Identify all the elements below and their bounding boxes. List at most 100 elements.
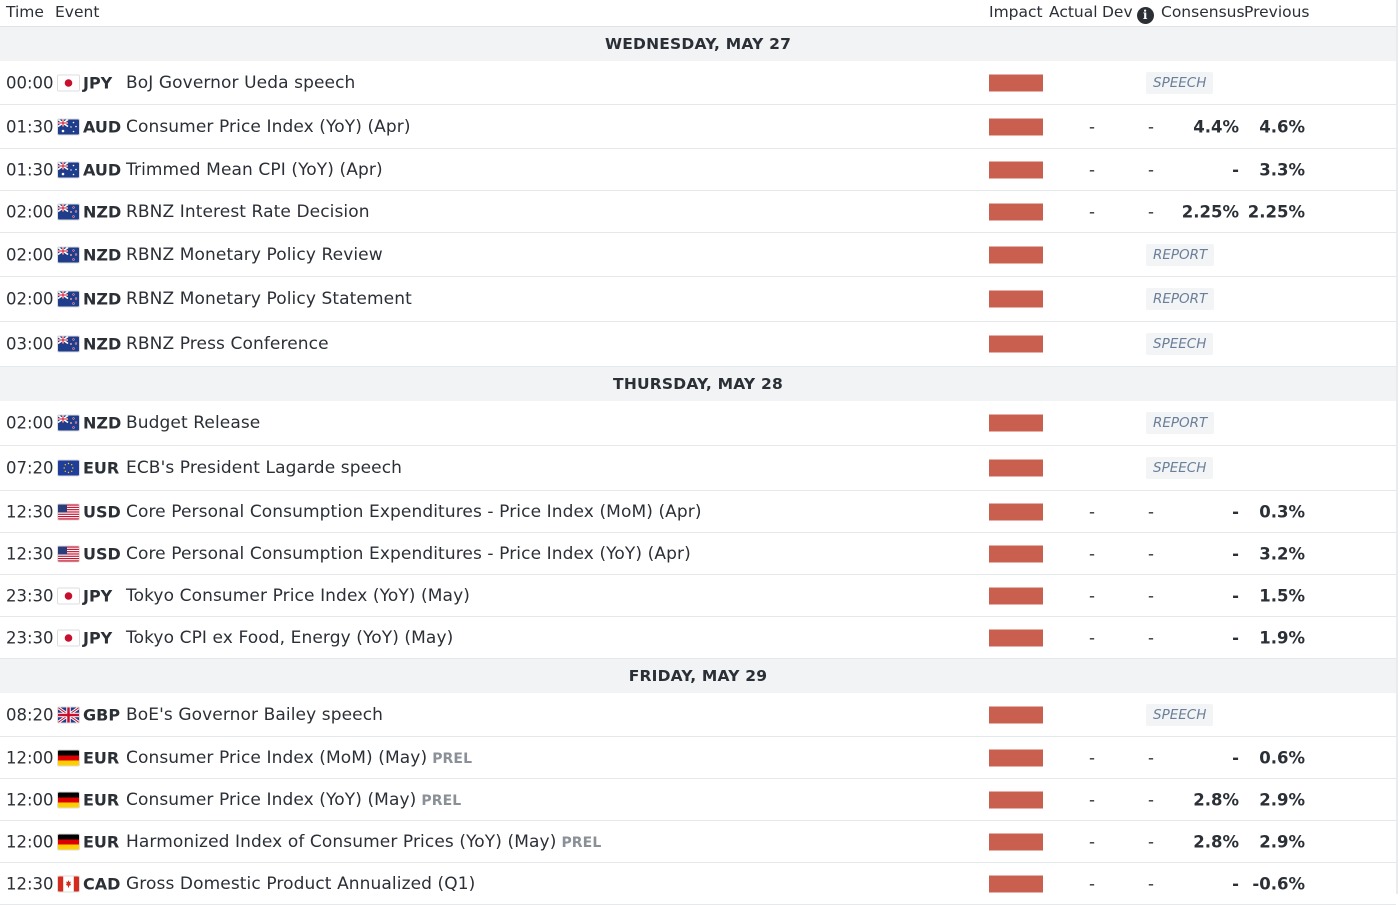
- consensus-value: 2.25%: [1181, 202, 1239, 221]
- table-row[interactable]: 02:00 NZD Budget Release REPORT: [0, 401, 1396, 446]
- impact-bar: [989, 833, 1043, 850]
- event-time: 02:00: [6, 202, 54, 221]
- event-title: Core Personal Consumption Expenditures -…: [126, 501, 702, 522]
- previous-value: 1.5%: [1259, 586, 1305, 605]
- report-tag: REPORT: [1146, 288, 1215, 310]
- dev-value: -: [1148, 628, 1154, 647]
- currency-code: EUR: [83, 790, 120, 809]
- impact-bar: [989, 629, 1043, 646]
- event-name[interactable]: Consumer Price Index (MoM) (May) PREL: [126, 748, 472, 768]
- currency-code: EUR: [83, 748, 120, 767]
- header-actual[interactable]: Actual: [1049, 3, 1098, 21]
- table-row[interactable]: 12:30 CAD Gross Domestic Product Annualize…: [0, 863, 1396, 905]
- dev-value: -: [1148, 832, 1154, 851]
- header-previous[interactable]: Previous: [1244, 3, 1310, 21]
- event-title: ECB's President Lagarde speech: [126, 458, 403, 478]
- consensus-value: -: [1232, 586, 1239, 605]
- impact-bar: [989, 503, 1043, 520]
- event-name[interactable]: RBNZ Press Conference: [126, 334, 329, 354]
- info-icon[interactable]: i: [1136, 7, 1154, 24]
- impact-bar: [989, 74, 1043, 91]
- event-name[interactable]: Consumer Price Index (YoY) (May) PREL: [126, 790, 461, 810]
- day-header: FRIDAY, MAY 29: [0, 659, 1396, 693]
- impact-bar: [989, 335, 1043, 353]
- header-time[interactable]: Time: [6, 3, 44, 21]
- event-name[interactable]: Gross Domestic Product Annualized (Q1): [126, 874, 475, 894]
- table-row[interactable]: 03:00 NZD RBNZ Press Conference SPEECH: [0, 322, 1396, 367]
- event-title: RBNZ Monetary Policy Statement: [126, 289, 412, 309]
- event-name[interactable]: BoE's Governor Bailey speech: [126, 705, 383, 725]
- table-row[interactable]: 12:00 EUR Consumer Price Index (YoY) (May)…: [0, 779, 1396, 821]
- flag-us-icon: [58, 504, 79, 519]
- speech-tag: SPEECH: [1146, 457, 1214, 479]
- event-name[interactable]: Harmonized Index of Consumer Prices (YoY…: [126, 832, 601, 852]
- dev-value: -: [1148, 748, 1154, 767]
- event-title: Consumer Price Index (YoY) (May): [126, 789, 417, 810]
- event-time: 08:20: [6, 705, 54, 724]
- dev-value: -: [1148, 544, 1154, 563]
- event-name[interactable]: RBNZ Monetary Policy Review: [126, 245, 383, 265]
- event-name[interactable]: Budget Release: [126, 413, 260, 433]
- impact-bar: [989, 203, 1043, 220]
- event-title: Tokyo Consumer Price Index (YoY) (May): [126, 585, 470, 606]
- currency-code: NZD: [83, 413, 122, 433]
- speech-tag: SPEECH: [1146, 703, 1214, 726]
- event-name[interactable]: ECB's President Lagarde speech: [126, 458, 402, 478]
- currency-code: USD: [83, 544, 121, 563]
- event-time: 01:30: [6, 117, 54, 136]
- actual-value: -: [1089, 202, 1095, 221]
- table-row[interactable]: 02:00 NZD RBNZ Interest Rate Decision - - 2.2…: [0, 191, 1396, 233]
- impact-bar: [989, 545, 1043, 562]
- event-name[interactable]: Core Personal Consumption Expenditures -…: [126, 502, 702, 522]
- event-name[interactable]: BoJ Governor Ueda speech: [126, 73, 355, 93]
- calendar-body: WEDNESDAY, MAY 27 00:00 JPY BoJ Governor Ue…: [0, 27, 1396, 905]
- consensus-value: 2.8%: [1193, 790, 1239, 809]
- table-row[interactable]: 01:30 AUD Consumer Price Index (YoY) (Apr)…: [0, 105, 1396, 149]
- event-name[interactable]: Tokyo CPI ex Food, Energy (YoY) (May): [126, 628, 453, 648]
- header-consensus[interactable]: Consensus: [1161, 3, 1245, 21]
- table-row[interactable]: 01:30 AUD Trimmed Mean CPI (YoY) (Apr) - - - 3…: [0, 149, 1396, 191]
- impact-bar: [989, 749, 1043, 766]
- currency-code: USD: [83, 502, 121, 521]
- header-impact[interactable]: Impact: [989, 3, 1043, 21]
- previous-value: 0.6%: [1259, 748, 1305, 767]
- table-row[interactable]: 12:30 USD Core Personal Consumption Expend…: [0, 491, 1396, 533]
- actual-value: -: [1089, 160, 1095, 179]
- impact-bar: [989, 875, 1043, 892]
- event-name[interactable]: Trimmed Mean CPI (YoY) (Apr): [126, 160, 383, 180]
- event-name[interactable]: RBNZ Interest Rate Decision: [126, 202, 370, 222]
- currency-code: AUD: [83, 117, 122, 136]
- header-event[interactable]: Event: [55, 3, 99, 21]
- header-dev[interactable]: Dev i: [1102, 3, 1154, 24]
- table-row[interactable]: 00:00 JPY BoJ Governor Ueda speech SPEECH: [0, 61, 1396, 105]
- consensus-value: 2.8%: [1193, 832, 1239, 851]
- actual-value: -: [1089, 628, 1095, 647]
- previous-value: 0.3%: [1259, 502, 1305, 521]
- event-time: 00:00: [6, 73, 54, 92]
- table-row[interactable]: 23:30 JPY Tokyo CPI ex Food, Energy (YoY) …: [0, 617, 1396, 659]
- actual-value: -: [1089, 502, 1095, 521]
- table-row[interactable]: 12:30 USD Core Personal Consumption Expend…: [0, 533, 1396, 575]
- event-name[interactable]: Core Personal Consumption Expenditures -…: [126, 544, 691, 564]
- event-time: 02:00: [6, 289, 54, 309]
- flag-gb-icon: [58, 707, 79, 722]
- currency-code: EUR: [83, 458, 120, 478]
- event-time: 02:00: [6, 413, 54, 433]
- table-row[interactable]: 02:00 NZD RBNZ Monetary Policy Review REPOR…: [0, 233, 1396, 277]
- table-row[interactable]: 12:00 EUR Consumer Price Index (MoM) (May)…: [0, 737, 1396, 779]
- impact-bar: [989, 791, 1043, 808]
- table-row[interactable]: 23:30 JPY Tokyo Consumer Price Index (YoY)…: [0, 575, 1396, 617]
- event-name[interactable]: RBNZ Monetary Policy Statement: [126, 289, 412, 309]
- consensus-value: -: [1232, 748, 1239, 767]
- event-name[interactable]: Tokyo Consumer Price Index (YoY) (May): [126, 586, 470, 606]
- table-row[interactable]: 08:20 GBP BoE's Governor Bailey speech SPEE…: [0, 693, 1396, 737]
- previous-value: 2.9%: [1259, 790, 1305, 809]
- event-name[interactable]: Consumer Price Index (YoY) (Apr): [126, 117, 411, 137]
- table-row[interactable]: 02:00 NZD RBNZ Monetary Policy Statement RE…: [0, 277, 1396, 322]
- table-row[interactable]: 07:20 EUR ECB's President Lagarde speech SP…: [0, 446, 1396, 491]
- event-title: Trimmed Mean CPI (YoY) (Apr): [126, 159, 383, 180]
- consensus-value: 4.4%: [1193, 117, 1239, 136]
- flag-nz-icon: [58, 291, 79, 307]
- table-row[interactable]: 12:00 EUR Harmonized Index of Consumer Pri…: [0, 821, 1396, 863]
- previous-value: 4.6%: [1259, 117, 1305, 136]
